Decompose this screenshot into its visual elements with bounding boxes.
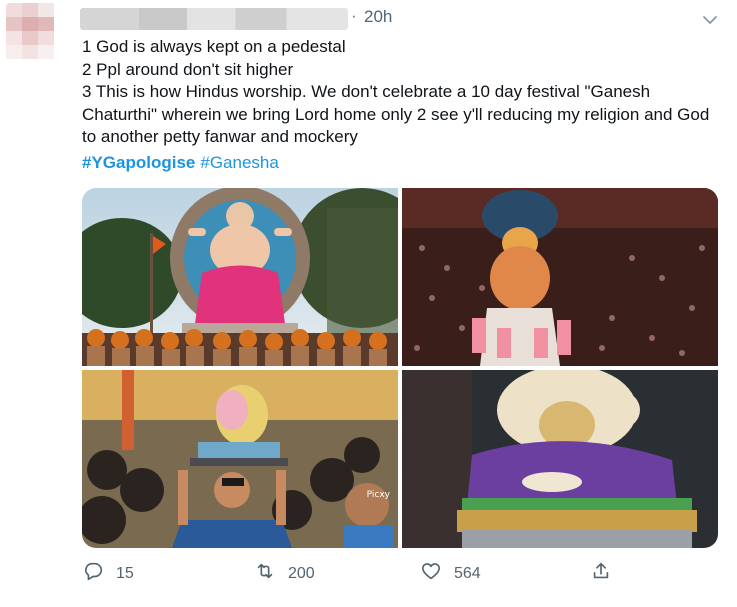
retweet-icon (254, 560, 276, 587)
photo-watermark: Picxy (366, 490, 390, 500)
like-icon (420, 560, 442, 587)
like-count: 564 (454, 564, 481, 582)
reply-count: 15 (116, 564, 134, 582)
chevron-down-icon[interactable] (696, 6, 724, 34)
tweet-actions: 15 200 564 (82, 560, 622, 588)
photo-ganesha-closeup[interactable] (402, 370, 718, 548)
reply-button[interactable]: 15 (82, 560, 134, 587)
tweet-line: 3 This is how Hindus worship. We don't c… (82, 82, 715, 147)
tweet-line: 2 Ppl around don't sit higher (82, 59, 294, 79)
avatar[interactable] (6, 3, 68, 63)
photo-ganesha-pedestal[interactable] (82, 188, 398, 366)
hashtag-link[interactable]: #YGapologise (82, 153, 195, 172)
separator-dot: · (351, 6, 357, 25)
hashtag-link[interactable]: #Ganesha (200, 153, 278, 172)
timestamp[interactable]: 20h (364, 7, 392, 27)
photo-man-carrying-idol[interactable]: Picxy (82, 370, 398, 548)
tweet-text: 1 God is always kept on a pedestal 2 Ppl … (82, 36, 722, 149)
share-icon (590, 560, 612, 587)
author-name-redacted[interactable] (80, 8, 348, 30)
share-button[interactable] (590, 560, 612, 587)
retweet-count: 200 (288, 564, 315, 582)
retweet-button[interactable]: 200 (254, 560, 315, 587)
tweet-line: 1 God is always kept on a pedestal (82, 37, 346, 56)
tweet: · 20h 1 God is always kept on a pedestal… (0, 0, 737, 607)
like-button[interactable]: 564 (420, 560, 481, 587)
hashtags: #YGapologise #Ganesha (82, 153, 284, 173)
media-grid: Picxy (82, 188, 718, 548)
reply-icon (82, 560, 104, 587)
photo-ganesha-crowd[interactable] (402, 188, 718, 366)
